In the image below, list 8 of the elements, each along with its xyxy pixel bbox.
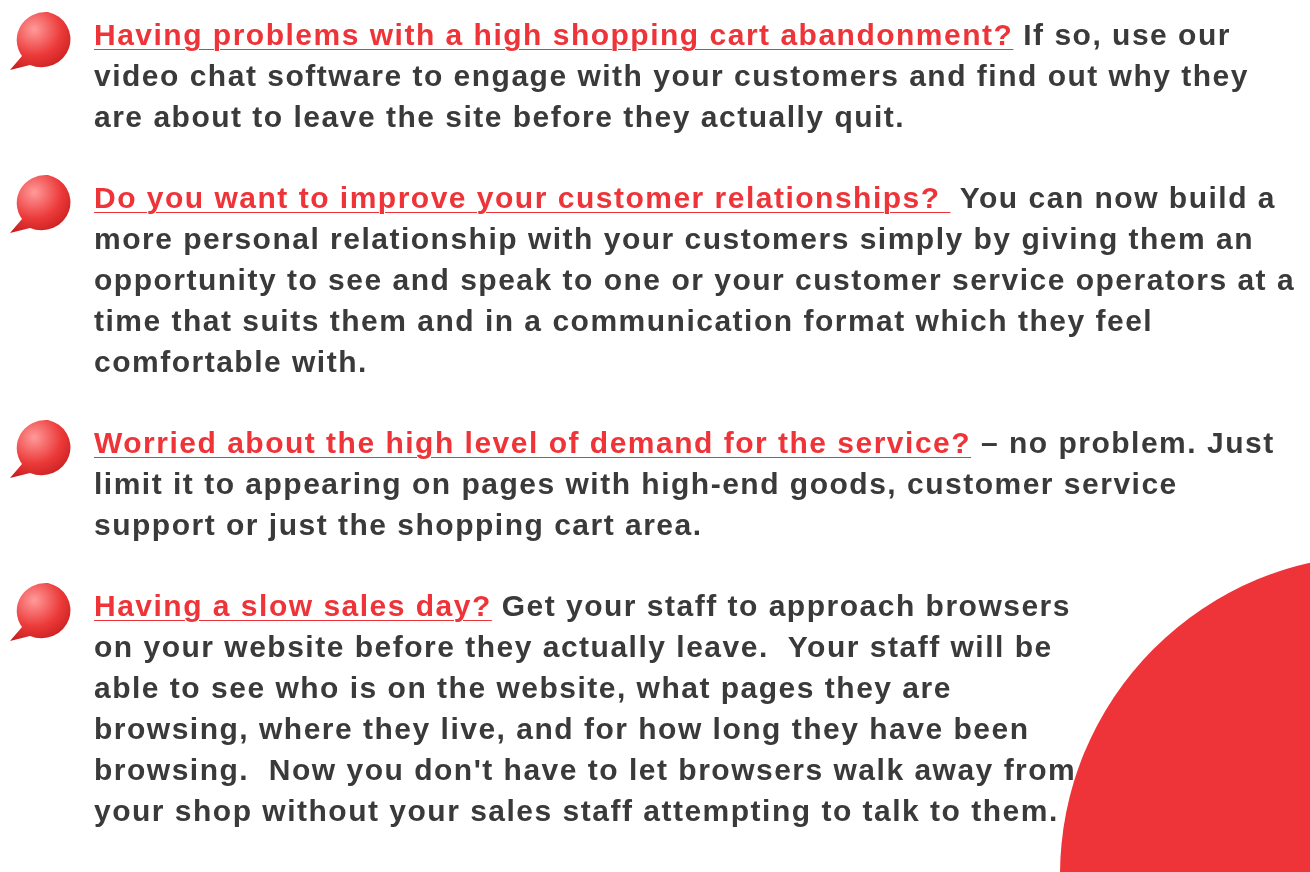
question-link[interactable]: Worried about the high level of demand for the service? — [94, 426, 972, 459]
question-link[interactable]: Having problems with a high shopping cart abandonment? — [94, 18, 1014, 51]
question-link[interactable]: Do you want to improve your customer relationships? — [94, 181, 951, 214]
question-link[interactable]: Having a slow sales day? — [94, 589, 492, 622]
paragraph: Worried about the high level of demand for the service? – no problem. Just limit it to appearing on pages with high-end goods, customer service support or just the shopping cart area. — [94, 425, 1276, 543]
paragraph: Having problems with a high shopping cart abandonment? If so, use our video chat software to engage with your customers and find out why they are about to leave the site before they actually quit. — [94, 17, 1250, 135]
paragraph: Having a slow sales day? Get your staff to approach browsers on your website before they actually leave. Your staff will be able to see who is on the website, what pages they are browsing, where they live, and for how long they have been browsing. Now you don't have to let browsers walk away from your shop without your sales staff attempting to talk to them. — [94, 588, 1078, 829]
paragraph: Do you want to improve your customer relationships? You can now build a more personal relationship with your customers simply by giving them an opportunity to see and speak to one or your customer service operators at a time that suits them and in a communication format which they feel comfortable with. — [94, 180, 1297, 380]
